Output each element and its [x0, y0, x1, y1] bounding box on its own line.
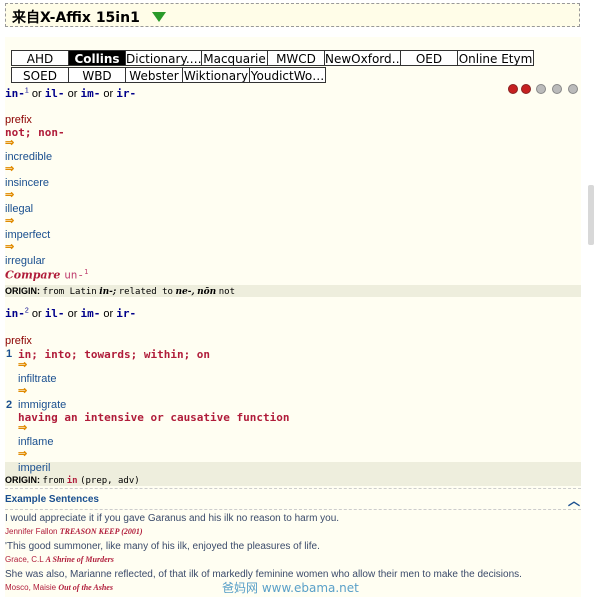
panel-title: 来自X-Affix 15in1: [12, 10, 140, 26]
entry2-sense1-definition: in; into; towards; within; on: [18, 348, 211, 361]
pager-dot[interactable]: [568, 84, 578, 94]
arrow-icon: ⇒: [5, 241, 15, 253]
collapse-triangle-icon[interactable]: [152, 12, 166, 22]
pager-dot[interactable]: [552, 84, 562, 94]
example-sentences-header[interactable]: Example Sentences ︿: [5, 488, 581, 510]
tab-mwcd[interactable]: MWCD: [267, 50, 325, 66]
arrow-icon: ⇒: [5, 215, 15, 227]
example-sentence: I would appreciate it if you gave Garanu…: [5, 513, 340, 524]
scrollbar-thumb[interactable]: [588, 185, 594, 245]
entry1-pos: prefix: [5, 114, 32, 126]
arrow-icon: ⇒: [18, 448, 28, 460]
collapse-chevron-icon[interactable]: ︿: [568, 492, 580, 509]
tab-online-etym[interactable]: Online Etym: [457, 50, 534, 66]
pager-dot[interactable]: [521, 84, 531, 94]
example-source: Grace, C.L A Shrine of Murders: [5, 555, 114, 564]
entry1-origin: ORIGIN: from Latin in-; related to ne-, …: [5, 285, 581, 297]
arrow-icon: ⇒: [18, 385, 28, 397]
entry1-headword: in-1 or il- or im- or ir-: [5, 87, 137, 100]
dictionary-panel: AHD Collins Dictionary.… Macquarie MWCD …: [5, 37, 581, 597]
tab-soed[interactable]: SOED: [11, 67, 69, 83]
tab-dictionary-com[interactable]: Dictionary.…: [125, 50, 202, 66]
pager-dot[interactable]: [536, 84, 546, 94]
tab-wiktionary[interactable]: Wiktionary: [182, 67, 250, 83]
panel-header[interactable]: 来自X-Affix 15in1: [5, 3, 580, 27]
tab-webster[interactable]: Webster: [125, 67, 183, 83]
tab-ahd[interactable]: AHD: [11, 50, 69, 66]
example-sentence: 'This good summoner, like many of his il…: [5, 541, 320, 552]
entry2-origin: ORIGIN: from in (prep, adv): [5, 474, 581, 486]
pager-dot[interactable]: [508, 84, 518, 94]
tab-collins[interactable]: Collins: [68, 50, 126, 66]
sense-number: 2: [6, 399, 13, 411]
arrow-icon: ⇒: [18, 359, 28, 371]
tab-oed[interactable]: OED: [400, 50, 458, 66]
tab-newoxford[interactable]: NewOxford…: [324, 50, 401, 66]
entry2-sense2-definition: having an intensive or causative functio…: [18, 411, 290, 424]
entry2-pos: prefix: [5, 335, 32, 347]
tab-youdict[interactable]: YoudictWo…: [249, 67, 326, 83]
arrow-icon: ⇒: [5, 163, 15, 175]
tab-macquarie[interactable]: Macquarie: [201, 50, 268, 66]
arrow-icon: ⇒: [5, 189, 15, 201]
example-sentences-title: Example Sentences: [5, 494, 99, 505]
sense-number: 1: [6, 348, 13, 360]
compare-line: Compare un-1: [5, 268, 89, 282]
example-word: imperil: [18, 462, 51, 474]
watermark: 爸妈网 www.ebama.net: [222, 581, 359, 595]
example-word: irregular: [5, 255, 46, 267]
arrow-icon: ⇒: [5, 137, 15, 149]
example-word: immigrate: [18, 399, 67, 411]
example-source: Jennifer Fallon TREASON KEEP (2001): [5, 527, 143, 536]
compare-link[interactable]: un-: [64, 269, 84, 282]
example-source: Mosco, Maisie Out of the Ashes: [5, 583, 113, 592]
entry2-headword: in-2 or il- or im- or ir-: [5, 307, 137, 320]
arrow-icon: ⇒: [18, 422, 28, 434]
tab-wbd[interactable]: WBD: [68, 67, 126, 83]
